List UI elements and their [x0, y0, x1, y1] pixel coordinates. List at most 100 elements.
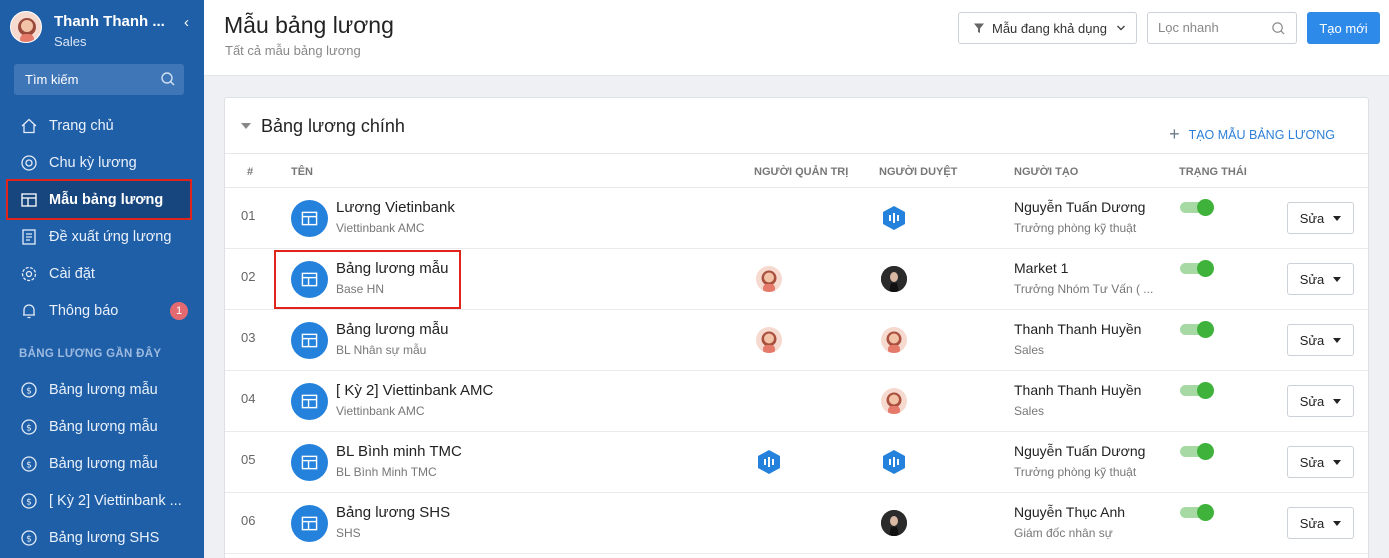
sidebar-item-salary-advance[interactable]: Đề xuất ứng lương	[8, 218, 190, 255]
template-icon	[291, 200, 328, 237]
status-toggle[interactable]	[1180, 260, 1214, 277]
user-profile[interactable]: Thanh Thanh ... Sales ‹	[10, 11, 200, 51]
quick-filter-input[interactable]	[1158, 20, 1268, 35]
table-header: # TÊN NGƯỜI QUẢN TRỊ NGƯỜI DUYỆT NGƯỜI T…	[225, 153, 1368, 188]
template-subtitle: Viettinbank AMC	[336, 221, 425, 235]
row-number: 01	[241, 208, 256, 223]
sidebar-item-payroll-cycle[interactable]: Chu kỳ lương	[8, 144, 190, 181]
edit-label: Sửa	[1299, 393, 1325, 409]
collapse-sidebar-icon[interactable]: ‹	[184, 14, 189, 31]
page-header: Mẫu bảng lương Tất cả mẫu bảng lương Mẫu…	[204, 0, 1389, 76]
sidebar-item-label: [ Kỳ 2] Viettinbank ...	[49, 492, 182, 509]
status-toggle[interactable]	[1180, 321, 1214, 338]
template-name[interactable]: Bảng lương mẫu	[336, 260, 448, 277]
edit-dropdown-button[interactable]: Sửa	[1287, 385, 1354, 417]
edit-dropdown-button[interactable]: Sửa	[1287, 263, 1354, 295]
approver-group-hex-icon[interactable]	[881, 205, 907, 231]
svg-text:$: $	[26, 386, 32, 396]
edit-dropdown-button[interactable]: Sửa	[1287, 446, 1354, 478]
table-icon	[301, 516, 318, 531]
approver-avatar[interactable]	[881, 266, 907, 292]
create-template-link[interactable]: + TẠO MẪU BẢNG LƯƠNG	[1169, 124, 1335, 145]
approver-avatar[interactable]	[881, 327, 907, 353]
status-toggle[interactable]	[1180, 443, 1214, 460]
admin-avatar[interactable]	[756, 327, 782, 353]
admin-avatar[interactable]	[756, 266, 782, 292]
template-subtitle: BL Bình Minh TMC	[336, 465, 437, 479]
sidebar-item-label: Đề xuất ứng lương	[49, 228, 172, 245]
creator-title: Giám đốc nhân sự	[1014, 526, 1113, 540]
edit-dropdown-button[interactable]: Sửa	[1287, 324, 1354, 356]
edit-dropdown-button[interactable]: Sửa	[1287, 507, 1354, 539]
dollar-circle-icon: $	[21, 455, 37, 472]
plus-icon: +	[1169, 124, 1180, 144]
column-header-name: TÊN	[291, 166, 313, 178]
caret-down-icon	[1333, 215, 1342, 221]
sidebar-item-label: Cài đặt	[49, 265, 95, 282]
recent-payroll-item[interactable]: $ Bảng lương mẫu	[8, 371, 190, 408]
table-icon	[21, 192, 37, 207]
row-number: 05	[241, 452, 256, 467]
table-row[interactable]: 05 BL Bình minh TMC BL Bình Minh TMC Ngu…	[225, 432, 1368, 493]
template-subtitle: SHS	[336, 526, 361, 540]
recent-payroll-item[interactable]: $ [ Kỳ 2] Viettinbank ...	[8, 482, 190, 519]
template-filter-dropdown[interactable]: Mẫu đang khả dụng	[958, 12, 1137, 44]
approver-avatar[interactable]	[881, 510, 907, 536]
table-icon	[301, 455, 318, 470]
collapse-caret-icon[interactable]	[241, 123, 251, 129]
status-toggle[interactable]	[1180, 504, 1214, 521]
notification-badge: 1	[170, 302, 188, 320]
quick-filter	[1147, 12, 1297, 44]
dollar-circle-icon: $	[21, 492, 37, 509]
table-row[interactable]: 04 [ Kỳ 2] Viettinbank AMC Viettinbank A…	[225, 371, 1368, 432]
table-icon	[301, 333, 318, 348]
creator-name: Thanh Thanh Huyền	[1014, 321, 1142, 337]
sidebar-search[interactable]: Tìm kiếm	[14, 64, 184, 95]
template-icon	[291, 322, 328, 359]
caret-down-icon	[1333, 337, 1342, 343]
template-icon	[291, 444, 328, 481]
table-row[interactable]: 06 Bảng lương SHS SHS Nguyễn Thục Anh Gi…	[225, 493, 1368, 554]
sidebar-item-settings[interactable]: Cài đặt	[8, 255, 190, 292]
sidebar-item-payroll-templates[interactable]: Mẫu bảng lương	[6, 179, 192, 220]
sidebar-item-label: Bảng lương mẫu	[49, 455, 158, 472]
recent-payroll-item[interactable]: $ Bảng lương mẫu	[8, 408, 190, 445]
column-header-number: #	[247, 166, 254, 178]
approver-group-hex-icon[interactable]	[881, 449, 907, 475]
template-name[interactable]: Bảng lương mẫu	[336, 321, 448, 338]
status-toggle[interactable]	[1180, 382, 1214, 399]
table-row[interactable]: 02 Bảng lương mẫu Base HN Market 1 Trưởn…	[225, 249, 1368, 310]
table-row[interactable]: 03 Bảng lương mẫu BL Nhân sự mẫu Thanh T…	[225, 310, 1368, 371]
search-icon	[161, 72, 175, 86]
caret-down-icon	[1333, 520, 1342, 526]
template-name[interactable]: BL Bình minh TMC	[336, 443, 462, 460]
edit-dropdown-button[interactable]: Sửa	[1287, 202, 1354, 234]
row-number: 06	[241, 513, 256, 528]
recent-payrolls-title: BẢNG LƯƠNG GẦN ĐÂY	[19, 348, 162, 360]
table-row[interactable]: 01 Lương Vietinbank Viettinbank AMC Nguy…	[225, 188, 1368, 249]
svg-text:$: $	[26, 460, 32, 470]
sidebar-item-label: Bảng lương mẫu	[49, 381, 158, 398]
creator-name: Nguyễn Tuấn Dương	[1014, 199, 1146, 215]
recent-payroll-item[interactable]: $ Bảng lương mẫu	[8, 445, 190, 482]
table-icon	[301, 272, 318, 287]
create-new-button[interactable]: Tạo mới	[1307, 12, 1380, 44]
sidebar-item-label: Trang chủ	[49, 117, 114, 134]
column-header-admin: NGƯỜI QUẢN TRỊ	[754, 166, 849, 178]
sidebar-item-notifications[interactable]: Thông báo 1	[8, 292, 190, 329]
recent-payroll-item[interactable]: $ Bảng lương SHS	[8, 519, 190, 556]
admin-group-hex-icon[interactable]	[756, 449, 782, 475]
caret-down-icon	[1333, 276, 1342, 282]
edit-label: Sửa	[1299, 332, 1325, 348]
edit-label: Sửa	[1299, 271, 1325, 287]
template-name[interactable]: Lương Vietinbank	[336, 199, 455, 216]
row-number: 02	[241, 269, 256, 284]
template-name[interactable]: Bảng lương SHS	[336, 504, 450, 521]
approver-avatar[interactable]	[881, 388, 907, 414]
column-header-creator: NGƯỜI TẠO	[1014, 166, 1079, 178]
sidebar-item-home[interactable]: Trang chủ	[8, 107, 190, 144]
status-toggle[interactable]	[1180, 199, 1214, 216]
caret-down-icon	[1333, 398, 1342, 404]
template-name[interactable]: [ Kỳ 2] Viettinbank AMC	[336, 382, 493, 399]
funnel-icon	[974, 23, 984, 33]
